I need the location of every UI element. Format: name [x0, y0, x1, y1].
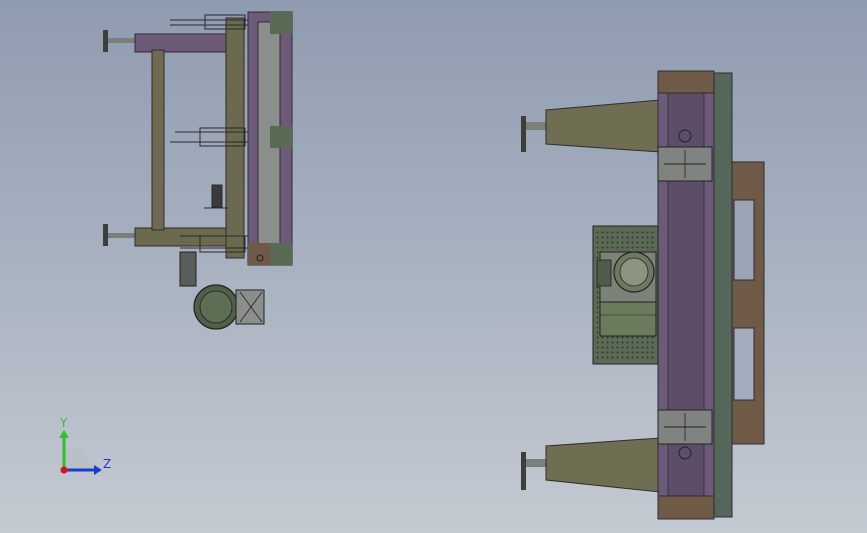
- beam-end-bottom: [657, 495, 715, 520]
- drive-unit: [193, 284, 265, 330]
- z-axis-label: Z: [103, 457, 111, 471]
- upper-arm: [134, 33, 231, 53]
- top-view-assembly[interactable]: [521, 70, 765, 520]
- z-axis-arrow-icon: [94, 465, 102, 475]
- clamp-bracket-upper: [657, 146, 713, 182]
- tapered-arm-lower: [545, 437, 661, 493]
- rear-post: [151, 49, 165, 231]
- frame-corner-bot: [270, 243, 292, 265]
- side-view-assembly[interactable]: [103, 11, 293, 330]
- leveling-foot-lower: [521, 452, 548, 490]
- tapered-arm-upper: [545, 99, 661, 153]
- triad-arc: [64, 445, 92, 472]
- orientation-triad[interactable]: Y Z: [59, 416, 111, 475]
- cad-viewport[interactable]: Y Z: [0, 0, 867, 533]
- frame-corner-top: [270, 12, 292, 34]
- leveling-foot-upper: [521, 116, 548, 152]
- frame-corner-mid: [270, 126, 292, 148]
- cylinder: [179, 251, 197, 287]
- gearbox: [599, 301, 657, 337]
- leveling-foot-bottom: [103, 224, 136, 246]
- lower-arm: [134, 227, 231, 247]
- frame-block-left: [248, 243, 270, 265]
- clamp-bracket-lower: [657, 409, 713, 445]
- leveling-foot-top: [103, 30, 136, 52]
- back-plate-window-2: [733, 327, 755, 401]
- triad-origin: [60, 466, 68, 474]
- main-column: [225, 17, 245, 259]
- beam-end-top: [657, 70, 715, 94]
- y-axis-arrow-icon: [59, 430, 69, 438]
- green-rail: [713, 72, 733, 518]
- back-plate-window-1: [733, 199, 755, 281]
- motor-mount-plate: [592, 225, 659, 365]
- y-axis-label: Y: [59, 416, 68, 430]
